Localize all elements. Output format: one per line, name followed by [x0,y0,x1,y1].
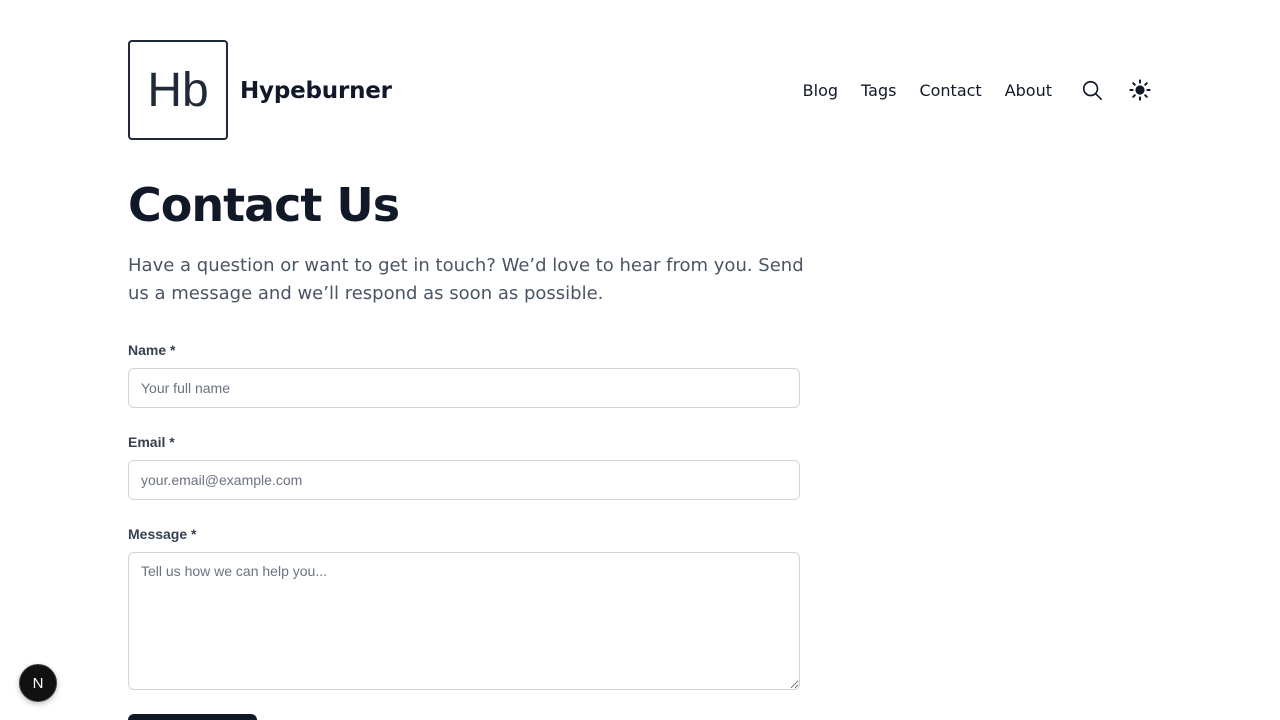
site-logo[interactable]: Hb [128,40,228,140]
page-subtitle: Have a question or want to get in touch?… [128,255,804,304]
name-input[interactable] [128,368,800,408]
page-title: Contact Us [128,178,400,232]
email-input[interactable] [128,460,800,500]
logo-text: Hb [147,63,209,117]
svg-text:N: N [33,675,44,692]
search-icon[interactable] [1080,78,1104,102]
main-nav: Blog Tags Contact About [803,76,1152,104]
nav-link-contact[interactable]: Contact [919,81,981,100]
site-header: Hb Hypeburner Blog Tags Contact About [128,40,1152,140]
nav-link-blog[interactable]: Blog [803,81,838,100]
site-name[interactable]: Hypeburner [240,78,392,104]
nav-link-about[interactable]: About [1005,81,1052,100]
next-logo-icon: N [33,675,44,692]
message-textarea[interactable] [128,552,800,690]
message-label: Message * [128,526,197,542]
email-label: Email * [128,434,175,450]
submit-button[interactable] [128,714,257,720]
dev-tools-badge[interactable]: N [19,664,57,702]
name-label: Name * [128,342,176,358]
sun-icon[interactable] [1128,78,1152,102]
nav-link-tags[interactable]: Tags [861,81,896,100]
